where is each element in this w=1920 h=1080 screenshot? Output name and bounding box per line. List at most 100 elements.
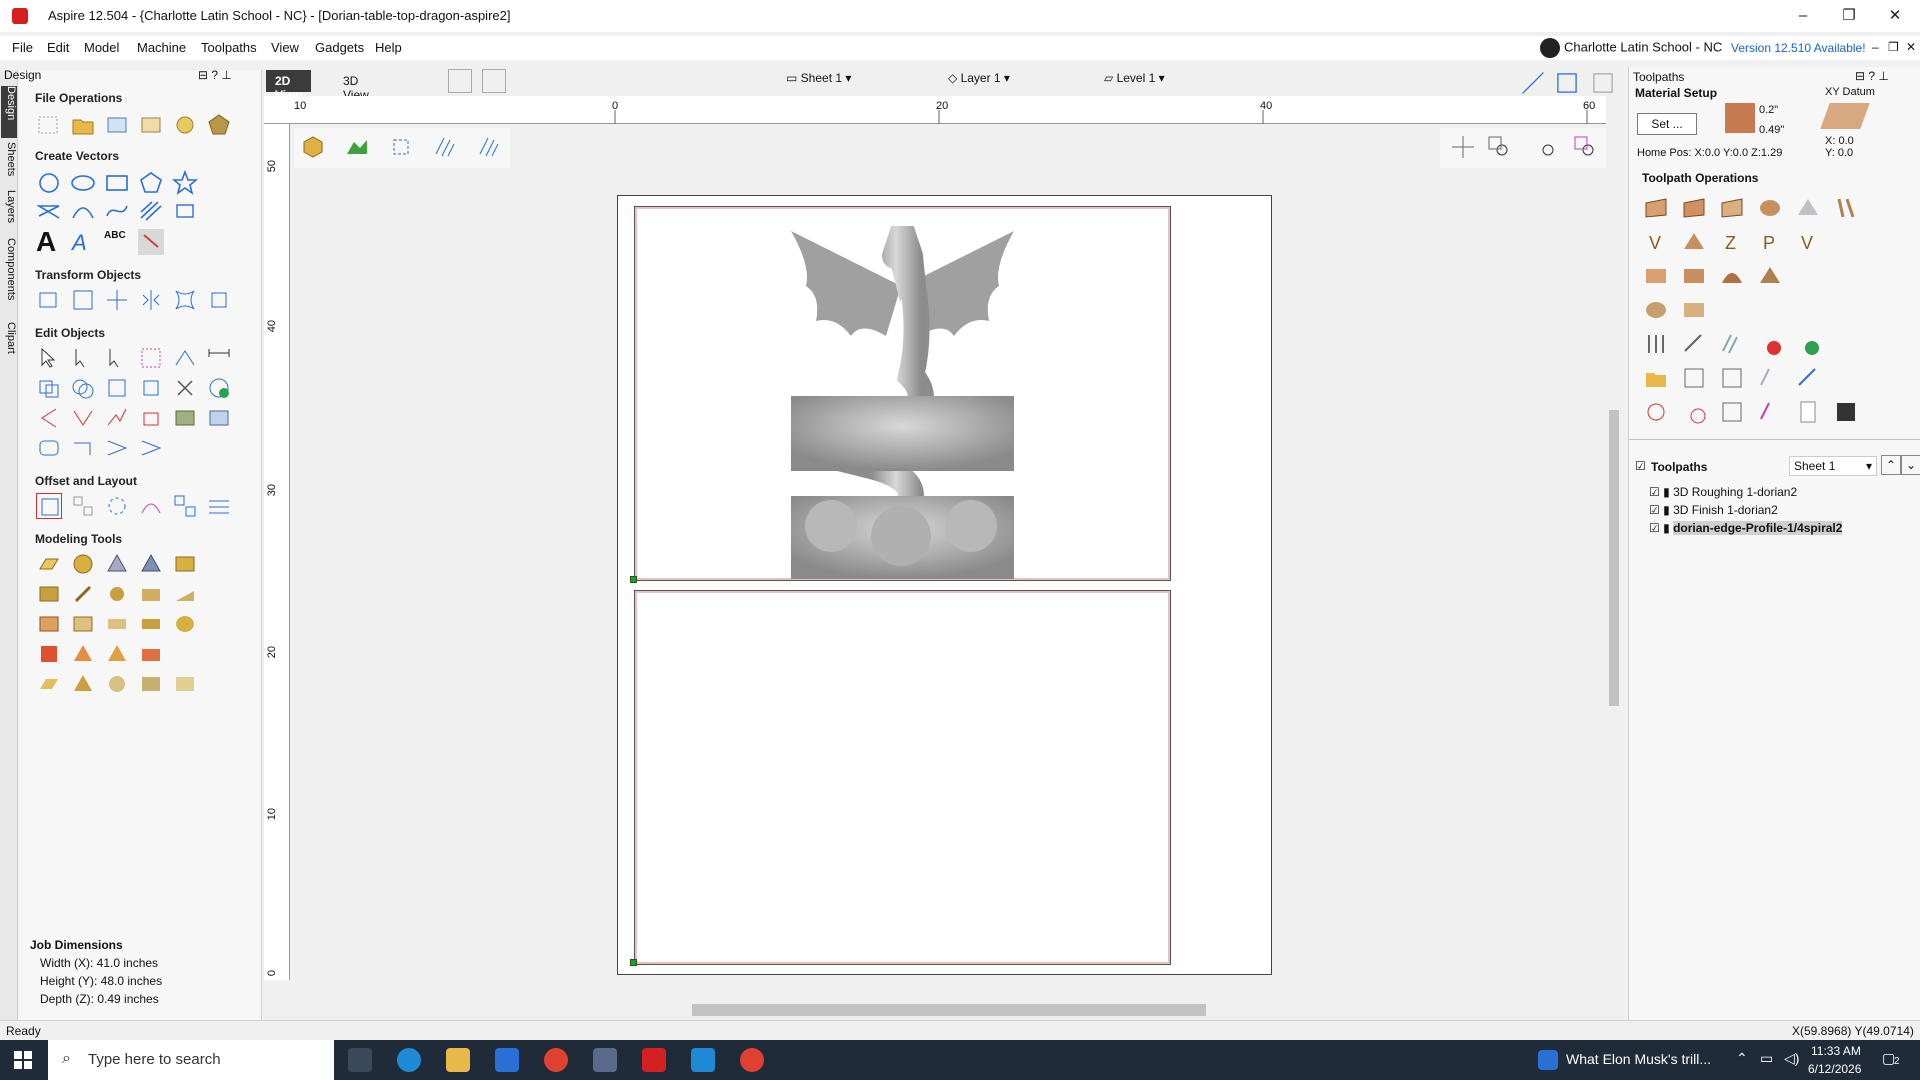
tools-icon[interactable] (104, 581, 130, 607)
tab-3d-view[interactable]: 3D View (334, 70, 378, 102)
toolpath-templates-icon[interactable] (1643, 331, 1669, 357)
star-icon[interactable] (171, 169, 199, 196)
horizontal-scrollbar[interactable] (290, 1000, 1606, 1018)
finish-machining-icon[interactable] (1681, 263, 1707, 289)
time-estimate-icon[interactable] (1681, 399, 1707, 425)
move-icon[interactable] (36, 287, 62, 313)
distort-model-icon[interactable] (70, 671, 96, 697)
vector-toggle-icon[interactable] (388, 134, 414, 160)
fade-icon[interactable] (138, 581, 164, 607)
taskbar-search[interactable]: ⌕ Type here to search (48, 1040, 334, 1080)
toolpaths-visibility-checkbox[interactable]: ☑ (1635, 459, 1646, 473)
nesting-icon[interactable] (172, 493, 198, 519)
toolpath-item-selected[interactable]: ☑ ▮ dorian-edge-Profile-1/4spiral2 (1649, 521, 1843, 535)
texture-toolpath-icon[interactable] (1833, 195, 1859, 221)
inlay-toolpath-icon[interactable] (1795, 195, 1821, 221)
sheet-filter-select[interactable]: Sheet 1 ▾ (1789, 456, 1877, 476)
zoom-box-icon[interactable] (1486, 134, 1512, 160)
drilling-toolpath-icon[interactable] (1719, 195, 1745, 221)
toolpath-checkbox[interactable]: ☑ (1649, 485, 1660, 499)
trace-bitmap-icon[interactable] (138, 229, 164, 255)
zoom-extents-icon[interactable] (1532, 134, 1558, 160)
zoom-selection-icon[interactable] (1572, 134, 1598, 160)
dome-icon[interactable] (70, 551, 96, 577)
mdi-restore-button[interactable]: ❐ (1888, 40, 1899, 54)
chrome-icon[interactable] (544, 1048, 568, 1072)
material-set-button[interactable]: Set ... (1637, 113, 1697, 135)
toolpath-checkbox[interactable]: ☑ (1649, 521, 1660, 535)
mdi-close-button[interactable]: ✕ (1906, 40, 1916, 54)
polygon-icon[interactable] (138, 170, 164, 196)
edit-toolpath-icon[interactable] (1681, 331, 1707, 357)
measure-xy-icon[interactable] (206, 345, 232, 371)
close-button[interactable]: ✕ (1872, 4, 1918, 28)
sculpt-icon[interactable] (36, 581, 62, 607)
mirror-icon[interactable] (138, 287, 164, 313)
recalc-all-icon[interactable] (1795, 331, 1821, 357)
menu-toolpaths[interactable]: Toolpaths (201, 40, 257, 55)
import-vectors-icon[interactable] (104, 112, 130, 138)
import-model-icon[interactable] (172, 112, 198, 138)
offset-icon[interactable] (36, 493, 62, 519)
profile-toolpath-icon[interactable] (1643, 195, 1669, 221)
delete-toolpath-icon[interactable] (1757, 331, 1783, 357)
volume-icon[interactable]: ◁) (1784, 1050, 1799, 1067)
menu-gadgets[interactable]: Gadgets (315, 40, 364, 55)
circle-icon[interactable] (36, 170, 62, 196)
text-tool-icon[interactable]: A (36, 226, 56, 258)
weld-icon[interactable] (36, 375, 62, 401)
bitmap-to-vector-icon[interactable] (172, 405, 198, 431)
aspire-taskbar-icon[interactable] (642, 1048, 666, 1072)
grid-icon[interactable] (1554, 70, 1577, 93)
toolpath-checkbox[interactable]: ☑ (1649, 503, 1660, 517)
split-vertical-icon[interactable] (482, 69, 506, 93)
model-cube-icon[interactable] (300, 134, 326, 160)
merge-toolpaths-icon[interactable] (1719, 365, 1745, 391)
simulate-icon[interactable] (1643, 399, 1669, 425)
merge-toolpath-icon[interactable] (1757, 365, 1783, 391)
moulding-icon[interactable]: P (1757, 229, 1783, 255)
join-icon[interactable] (36, 405, 62, 431)
image-icon[interactable] (206, 405, 232, 431)
component-icon[interactable] (36, 641, 62, 667)
game-icon[interactable] (593, 1048, 617, 1072)
photos-icon[interactable] (691, 1048, 715, 1072)
horizontal-scroll-thumb[interactable] (692, 1004, 1206, 1016)
copy-along-vectors-icon[interactable] (138, 493, 164, 519)
line-offset-icon[interactable] (70, 435, 96, 461)
tab-layers[interactable]: Layers (1, 190, 17, 232)
toolpath-display-icon[interactable] (476, 134, 502, 160)
curve-fit-icon[interactable] (70, 405, 96, 431)
recalc-toolpath-icon[interactable] (1719, 331, 1745, 357)
user-account[interactable]: Charlotte Latin School - NC (1540, 38, 1722, 58)
rough-machining-icon[interactable] (1643, 263, 1669, 289)
rotate-icon[interactable] (104, 287, 130, 313)
3d-profile-icon[interactable] (1757, 263, 1783, 289)
fit-icon[interactable] (1590, 70, 1613, 93)
texture-icon[interactable] (36, 611, 62, 637)
vertical-scroll-thumb[interactable] (1609, 410, 1619, 706)
edge-browser-icon[interactable] (397, 1048, 421, 1072)
version-update-link[interactable]: Version 12.510 Available! (1731, 41, 1866, 55)
vertical-scrollbar[interactable] (1606, 124, 1622, 974)
node-edit-icon[interactable] (70, 345, 96, 371)
menu-help[interactable]: Help (375, 40, 402, 55)
validate-icon[interactable] (206, 375, 232, 401)
tab-design[interactable]: Design (1, 86, 17, 138)
text-on-curve-icon[interactable]: ABC (104, 230, 126, 241)
toolpath-preview-icon[interactable] (432, 134, 458, 160)
clock-date[interactable]: 6/12/2026 (1808, 1062, 1861, 1076)
news-headline[interactable]: What Elon Musk's trill... (1566, 1051, 1711, 1067)
menu-file[interactable]: File (12, 40, 33, 55)
distort-icon[interactable] (172, 287, 198, 313)
level-dropdown[interactable]: ▱ Level 1 ▾ (1104, 71, 1165, 85)
menu-view[interactable]: View (271, 40, 299, 55)
bitmap-toggle-icon[interactable] (344, 134, 370, 160)
summary-icon[interactable] (1681, 365, 1707, 391)
report-icon[interactable] (1795, 399, 1821, 425)
extrude-icon[interactable] (104, 551, 130, 577)
fillet-icon[interactable] (138, 375, 164, 401)
tab-clipart[interactable]: Clipart (1, 322, 17, 366)
angle-icon[interactable] (138, 435, 164, 461)
chevron-right-icon[interactable] (104, 435, 130, 461)
